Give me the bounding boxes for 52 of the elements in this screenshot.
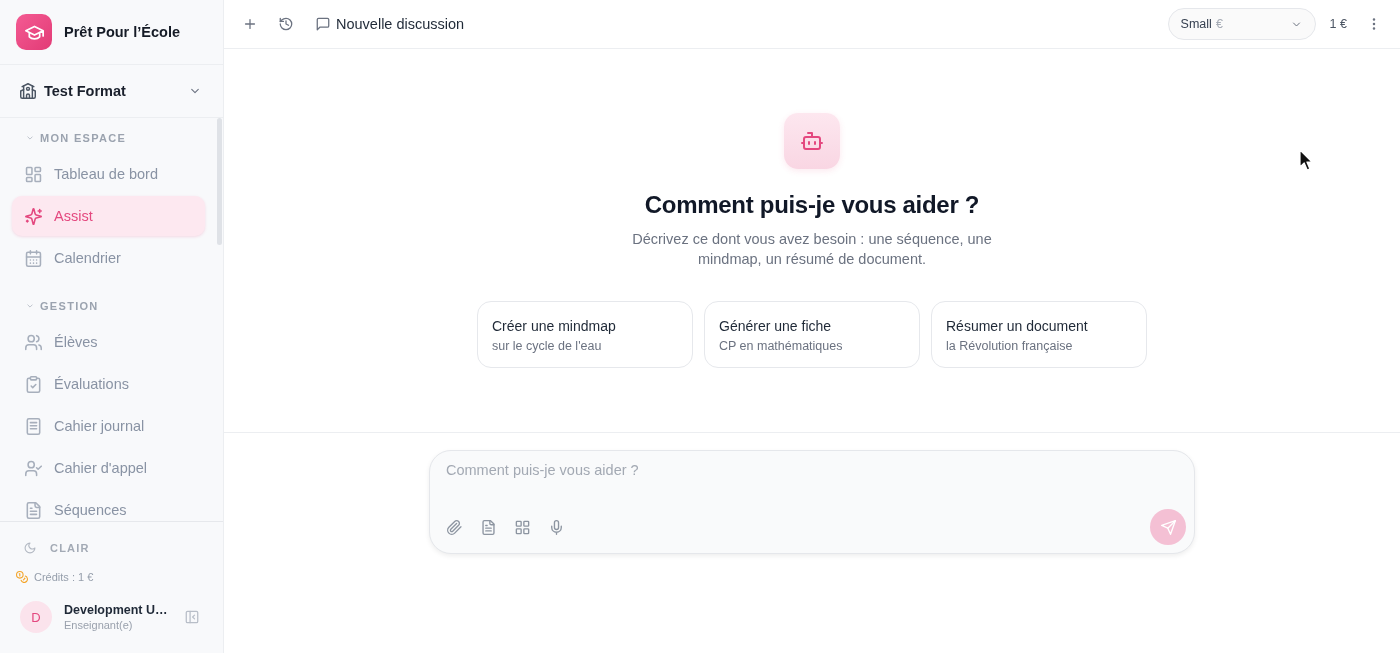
composer-panel[interactable]: Comment puis-je vous aider ? [429,450,1195,554]
microphone-icon [548,519,564,535]
suggestion-card[interactable]: Générer une fiche CP en mathématiques [704,301,920,368]
app-name: Prêt Pour l’École [64,24,181,40]
dashboard-icon [25,165,42,183]
nav-item[interactable]: Cahier d'appel [12,448,205,488]
hero-subtitle: Décrivez ce dont vous avez besoin : une séquence, une mindmap, un résumé de document. [631,230,993,269]
chat-bubble-icon [316,17,330,31]
user-avatar: D [20,601,52,633]
user-check-icon [25,459,42,477]
user-name: Development U… [64,603,168,617]
document-icon [25,501,42,519]
nav-item[interactable]: Élèves [12,322,205,362]
robot-icon [784,113,840,169]
model-select[interactable]: Small € [1167,8,1316,40]
sparkles-icon [25,207,42,225]
plus-icon [243,17,257,31]
section-toggle[interactable]: GESTION [12,298,205,314]
workspace-selector[interactable]: Test Format [0,65,223,118]
document-icon [480,519,496,535]
nav-item[interactable]: Cahier journal [12,406,205,446]
hero-title: Comment puis-je vous aider ? [644,190,980,220]
nav-item[interactable]: Calendrier [12,238,205,278]
conversation-title: Nouvelle discussion [336,16,465,32]
nav-item[interactable]: Assist [12,196,205,236]
section-toggle[interactable]: MON ESPACE [12,130,205,146]
paperclip-icon [446,519,462,535]
credits-label: Crédits : 1 € [34,571,94,583]
moon-icon [24,542,36,554]
calendar-icon [25,249,42,267]
theme-toggle[interactable]: CLAIR [24,538,90,558]
message-input[interactable]: Comment puis-je vous aider ? [430,451,1194,509]
graduation-cap-icon [16,14,52,50]
school-building-icon [20,83,36,99]
nav-item[interactable]: Évaluations [12,364,205,404]
suggestion-card[interactable]: Résumer un document la Révolution française [931,301,1147,368]
suggestion-card[interactable]: Créer une mindmap sur le cycle de l'eau [477,301,693,368]
cursor-icon [1299,149,1313,171]
coins-icon [16,571,28,583]
users-icon [25,333,42,351]
user-role: Enseignant(e) [64,619,134,631]
grid-icon [514,519,530,535]
nav-item[interactable]: Séquences [12,490,205,521]
notebook-icon [25,417,42,435]
history-icon [279,17,293,31]
send-icon [1160,519,1176,535]
balance-label: 1 € [1329,17,1347,31]
clipboard-check-icon [25,375,42,393]
panel-left-icon [185,610,199,624]
collapse-sidebar-button[interactable] [185,610,199,624]
nav-item[interactable]: Tableau de bord [12,154,205,194]
scrollbar-thumb[interactable] [217,118,222,245]
